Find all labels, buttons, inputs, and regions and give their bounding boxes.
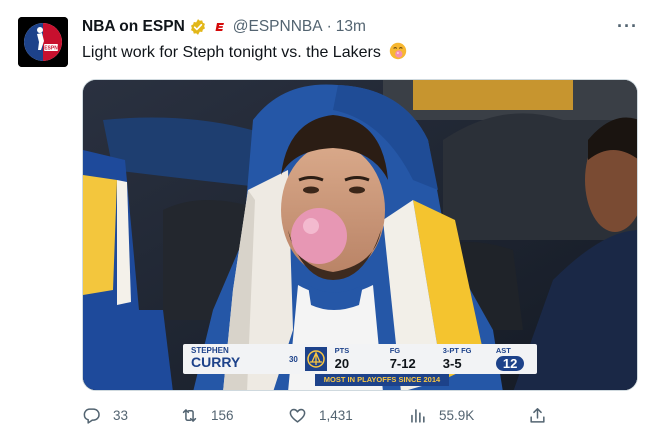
like-button[interactable]: 1,431 [288,406,353,425]
svg-text:ESPN: ESPN [44,46,58,52]
stat-label: 3-PT FG [442,346,472,355]
author-handle[interactable]: @ESPNNBA [233,18,323,36]
player-stat-scorebug: STEPHEN CURRY 30 PTS 20 FG 7-12 3-PT FG … [183,344,537,374]
player-last-name: CURRY [191,354,241,370]
stat-label: FG [389,346,401,355]
verified-badge-icon [189,18,207,36]
stat-field-goals: FG 7-12 [382,344,435,374]
scorebug-banner: MOST IN PLAYOFFS SINCE 2014 [315,374,449,386]
tweet-media-photo[interactable]: STEPHEN CURRY 30 PTS 20 FG 7-12 3-PT FG … [82,79,638,391]
header-separator: · [326,18,332,35]
tweet-header: NBA on ESPN @ESPNNBA · 13m [82,16,636,38]
views-chart-icon [411,409,425,423]
bubble-gum-face-emoji-icon [389,42,407,60]
stat-assists: AST 12 [488,344,537,374]
views-button[interactable]: 55.9K [408,406,474,425]
reply-button[interactable]: 33 [82,406,128,425]
author-avatar[interactable]: ESPN [18,17,68,67]
retweet-button[interactable]: 156 [180,406,234,425]
stat-value-highlight: 12 [495,356,525,371]
stat-three-point: 3-PT FG 3-5 [435,344,488,374]
author-name[interactable]: NBA on ESPN [82,18,185,36]
tweet-body: Light work for Steph tonight vs. the Lak… [82,42,407,64]
tweet-text: Light work for Steph tonight vs. the Lak… [82,44,381,61]
stat-label: AST [495,346,511,355]
warriors-logo-icon [304,347,327,371]
tweet-action-bar: 33 156 1,431 55.9K [82,406,552,426]
stat-label: PTS [334,346,350,355]
reply-icon [83,408,100,424]
view-count: 55.9K [439,408,475,423]
stat-value: 7-12 [389,356,416,371]
espn-affiliate-icon [213,20,227,34]
stat-value: 3-5 [442,356,462,371]
retweet-icon [182,409,197,422]
stat-points: PTS 20 [327,344,382,374]
retweet-count: 156 [211,408,234,423]
player-jersey-number: 30 [288,355,298,364]
more-options-icon[interactable]: ··· [617,16,638,36]
heart-icon [289,408,306,423]
stat-value: 20 [334,356,350,371]
tweet-timestamp[interactable]: 13m [336,18,366,36]
share-button[interactable] [528,406,547,425]
share-icon [530,408,545,423]
reply-count: 33 [113,408,129,423]
nba-espn-logo: ESPN [18,17,68,67]
like-count: 1,431 [319,408,353,423]
scorebug-player-name: STEPHEN CURRY [183,344,289,374]
